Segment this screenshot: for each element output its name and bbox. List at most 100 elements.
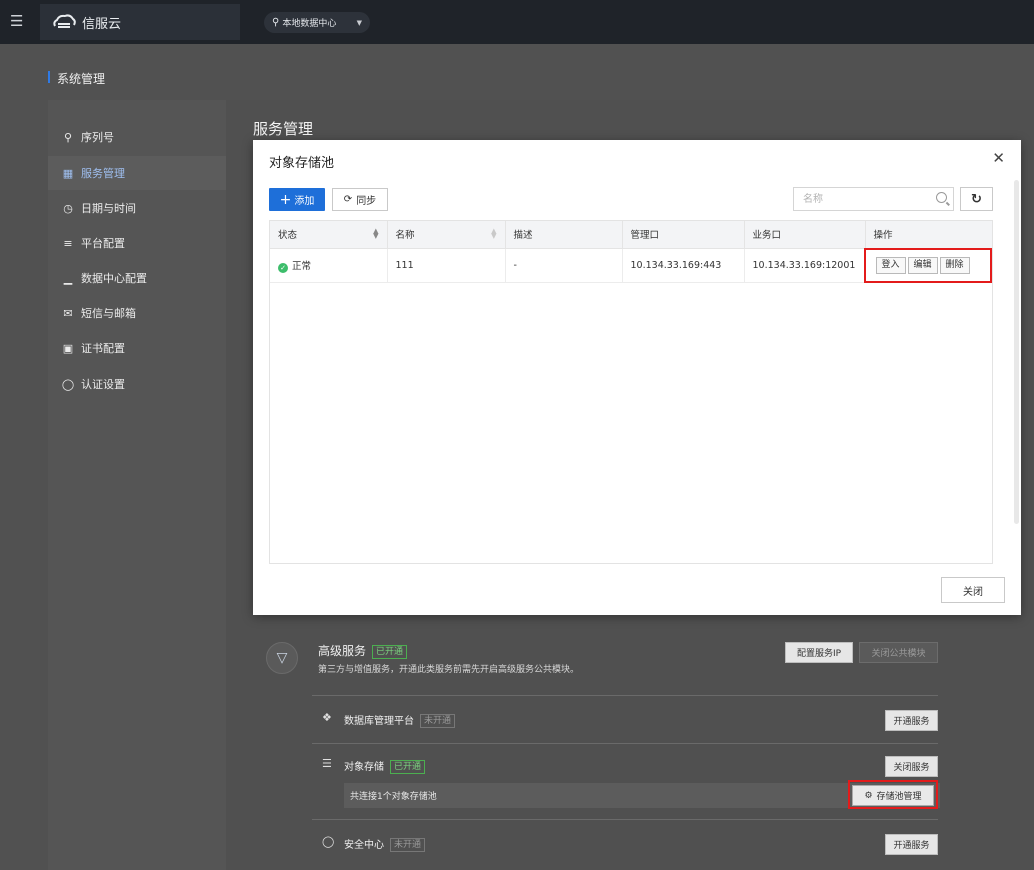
close-service-button[interactable]: 关闭服务 [885, 756, 938, 777]
service-cell: 10.134.33.169:12001 [744, 248, 866, 283]
sidebar-item-datetime[interactable]: ◷ 日期与时间 [48, 191, 226, 225]
menu-icon[interactable]: ☰ [10, 12, 23, 30]
divider [312, 695, 938, 696]
sidebar-item-platform[interactable]: ≡ 平台配置 [48, 226, 226, 260]
sidebar-item-serial[interactable]: ⚲ 序列号 [48, 120, 226, 154]
shield-icon: ◯ [61, 377, 75, 391]
scrollbar[interactable] [1014, 180, 1019, 524]
storage-icon: ☰ [322, 757, 332, 770]
column-header-status[interactable]: 状态 ▲ ▼ [270, 221, 388, 249]
sync-label: 同步 [356, 196, 377, 207]
plus-icon: + [279, 191, 292, 208]
brand[interactable]: 信服云 [40, 4, 240, 40]
column-header-name[interactable]: 名称 ▲ ▼ [387, 221, 506, 249]
status-text: 正常 [292, 260, 312, 272]
highlight-box [848, 780, 938, 809]
highlight-box [864, 248, 992, 283]
service-row-database: 数据库管理平台 未开通 [344, 712, 456, 728]
enable-service-button[interactable]: 开通服务 [885, 834, 938, 855]
service-name: 对象存储 [344, 762, 384, 773]
advanced-service-icon: ▽ [266, 642, 298, 674]
check-circle-icon: ✓ [278, 262, 288, 273]
object-storage-pool-dialog: 对象存储池 ✕ + 添加 ⟳ 同步 ↻ 状态 ▲▼ [253, 140, 1021, 615]
datacenter-label: 本地数据中心 [282, 19, 337, 29]
sidebar-item-certificate[interactable]: ▣ 证书配置 [48, 331, 226, 365]
column-label: 业务口 [752, 230, 782, 242]
add-label: 添加 [294, 196, 315, 207]
sidebar-item-sms-mail[interactable]: ✉ 短信与邮箱 [48, 296, 226, 330]
close-button[interactable]: 关闭 [941, 577, 1005, 603]
dialog-title: 对象存储池 [269, 156, 335, 171]
column-header-service: 业务口 [744, 221, 866, 249]
search-box [793, 187, 954, 211]
sidebar: ⚲ 序列号 ▦ 服务管理 ◷ 日期与时间 ≡ 平台配置 ▁ 数据中心配置 ✉ 短… [48, 100, 226, 870]
mgmt-cell: 10.134.33.169:443 [622, 248, 745, 283]
divider [312, 743, 938, 744]
page-title: 服务管理 [253, 120, 314, 138]
service-name: 安全中心 [344, 840, 384, 851]
advanced-service-title-text: 高级服务 [318, 644, 367, 658]
location-pin-icon: ⚲ [272, 17, 280, 28]
table-header: 状态 ▲ ▼ 名称 ▲ ▼ 描述 管理口 业务口 操作 [270, 221, 992, 249]
bar-chart-icon: ▁ [63, 271, 73, 285]
section-title: 系统管理 [48, 70, 105, 87]
certificate-icon: ▣ [62, 341, 74, 355]
database-icon: ❖ [322, 711, 332, 724]
column-header-desc: 描述 [505, 221, 623, 249]
name-cell: 111 [387, 248, 506, 283]
column-label: 管理口 [630, 230, 660, 242]
search-icon[interactable] [936, 192, 947, 203]
sidebar-item-label: 服务管理 [81, 167, 125, 180]
service-row-object-storage: 对象存储 已开通 [344, 758, 426, 774]
sidebar-item-label: 证书配置 [81, 342, 125, 355]
security-icon: ◯ [322, 835, 335, 848]
enable-service-button[interactable]: 开通服务 [885, 710, 938, 731]
status-cell: ✓ 正常 [270, 248, 388, 283]
close-public-module-button[interactable]: 关闭公共模块 [859, 642, 938, 663]
advanced-service-desc: 第三方与增值服务，开通此类服务前需先开启高级服务公共模块。 [318, 665, 580, 675]
status-badge: 未开通 [390, 838, 426, 852]
service-name: 数据库管理平台 [344, 716, 414, 727]
advanced-service-title: 高级服务 已开通 [318, 642, 408, 659]
sidebar-item-service-management[interactable]: ▦ 服务管理 [48, 156, 226, 190]
clock-icon: ◷ [63, 201, 73, 215]
column-header-ops: 操作 [865, 221, 992, 249]
status-badge: 未开通 [420, 714, 456, 728]
column-label: 描述 [513, 230, 533, 242]
column-label: 状态 [278, 230, 298, 242]
status-badge: 已开通 [390, 760, 426, 774]
sidebar-item-datacenter[interactable]: ▁ 数据中心配置 [48, 261, 226, 295]
datacenter-selector[interactable]: ⚲ 本地数据中心 ▼ [264, 12, 370, 33]
service-row-security: 安全中心 未开通 [344, 836, 426, 852]
desc-cell: - [505, 248, 623, 283]
sidebar-item-label: 平台配置 [81, 237, 125, 250]
brand-name: 信服云 [82, 16, 122, 32]
key-icon: ⚲ [63, 130, 73, 144]
status-badge: 已开通 [372, 645, 408, 659]
column-label: 操作 [873, 230, 893, 242]
sync-button[interactable]: ⟳ 同步 [332, 188, 388, 211]
logo-icon [53, 14, 76, 28]
sidebar-item-label: 序列号 [81, 131, 114, 144]
config-service-ip-button[interactable]: 配置服务IP [785, 642, 853, 663]
refresh-button[interactable]: ↻ [960, 187, 993, 211]
sidebar-item-label: 短信与邮箱 [81, 307, 136, 320]
caret-down-icon: ▼ [356, 18, 362, 27]
refresh-icon: ↻ [971, 191, 982, 207]
sidebar-item-auth[interactable]: ◯ 认证设置 [48, 367, 226, 401]
sidebar-item-label: 认证设置 [81, 378, 125, 391]
sync-icon: ⟳ [343, 194, 353, 205]
platform-icon: ≡ [63, 236, 73, 250]
sort-icon[interactable]: ▲ ▼ [491, 228, 496, 240]
sort-icon[interactable]: ▲ ▼ [373, 228, 378, 240]
sidebar-item-label: 日期与时间 [81, 202, 136, 215]
column-header-mgmt: 管理口 [622, 221, 745, 249]
top-bar: ☰ 信服云 ⚲ 本地数据中心 ▼ [0, 0, 1034, 44]
close-icon[interactable]: ✕ [992, 149, 1005, 167]
mail-icon: ✉ [63, 306, 73, 320]
search-input[interactable] [794, 188, 924, 210]
column-label: 名称 [395, 230, 415, 242]
divider [312, 819, 938, 820]
grid-icon: ▦ [62, 166, 74, 180]
add-button[interactable]: + 添加 [269, 188, 325, 211]
